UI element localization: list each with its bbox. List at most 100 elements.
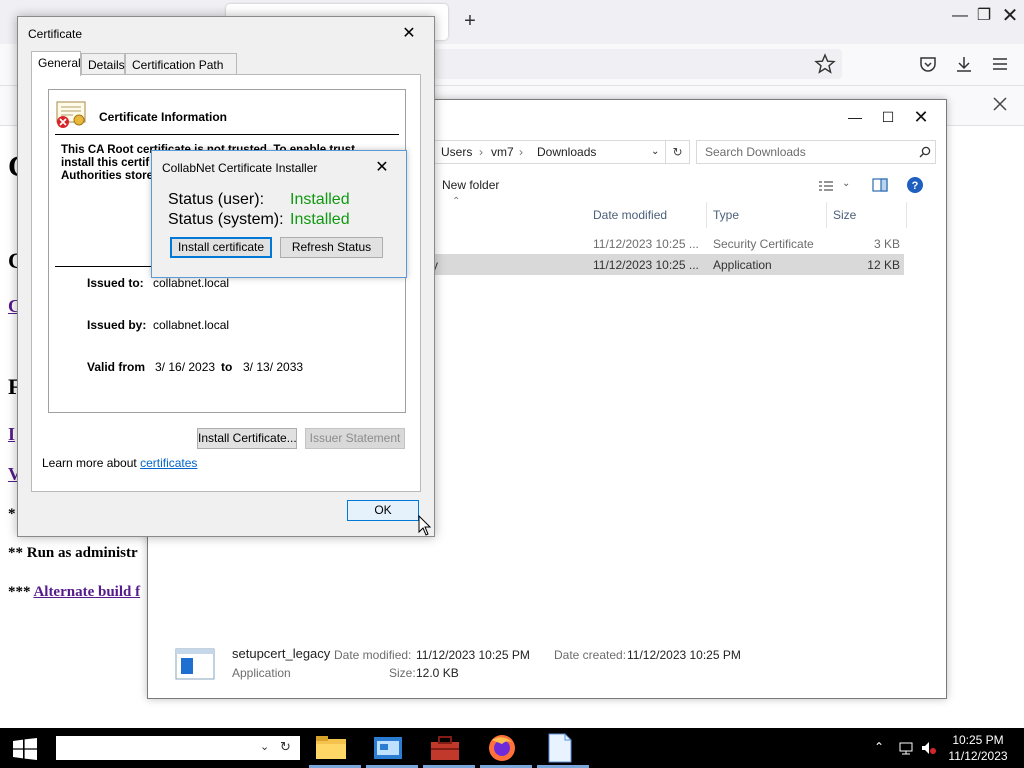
learn-more-text: Learn more about certificates — [42, 456, 197, 470]
file-date: 11/12/2023 10:25 ... — [593, 258, 699, 272]
minimize-icon[interactable]: — — [840, 104, 870, 130]
valid-from-value: 3/ 16/ 2023 — [155, 360, 216, 374]
chevron-down-icon[interactable]: ⌄ — [651, 146, 659, 157]
network-icon[interactable] — [898, 740, 914, 756]
taskbar-search-input[interactable]: ⌄ ↻ — [56, 736, 300, 760]
toolbox-icon[interactable] — [427, 732, 463, 764]
search-icon — [919, 146, 931, 158]
alternate-prefix: *** — [8, 584, 31, 600]
tab-general[interactable]: General — [31, 51, 81, 76]
maximize-icon[interactable]: ☐ — [873, 104, 903, 130]
alternate-build-line: *** Alternate build f — [8, 584, 140, 601]
details-created-label: Date created: — [554, 648, 627, 662]
document-icon[interactable] — [541, 732, 577, 764]
page-link-fragment[interactable]: I — [8, 424, 15, 445]
details-filetype: Application — [232, 666, 291, 680]
sort-ascending-icon: ⌃ — [452, 196, 461, 207]
minimize-icon[interactable]: — — [948, 4, 972, 28]
file-type: Security Certificate — [713, 237, 814, 251]
column-size[interactable]: Size — [827, 202, 907, 228]
breadcrumb-downloads[interactable]: Downloads — [537, 145, 596, 159]
breadcrumb-vm7[interactable]: vm7 — [491, 145, 514, 159]
preview-pane-icon[interactable] — [872, 178, 888, 192]
status-user-value: Installed — [290, 191, 350, 208]
chevron-down-icon[interactable]: ⌄ — [842, 178, 850, 189]
close-icon[interactable] — [990, 94, 1010, 114]
dialog-title: CollabNet Certificate Installer — [162, 161, 318, 175]
page-text-fragment: * — [8, 506, 16, 522]
issued-to-value: collabnet.local — [153, 276, 230, 290]
close-icon[interactable]: ✕ — [396, 23, 422, 45]
pocket-icon[interactable] — [918, 54, 938, 74]
bookmark-star-icon[interactable] — [814, 53, 836, 75]
details-pane: setupcert_legacy Application Date modifi… — [148, 630, 946, 698]
issuer-statement-button[interactable]: Issuer Statement — [305, 428, 405, 449]
details-filename: setupcert_legacy — [232, 646, 331, 661]
install-certificate-button[interactable]: Install Certificate... — [197, 428, 297, 449]
firefox-icon[interactable] — [484, 732, 520, 764]
file-type: Application — [713, 258, 772, 272]
downloads-icon[interactable] — [954, 54, 974, 74]
details-created-value: 11/12/2023 10:25 PM — [627, 648, 741, 662]
valid-to-value: 3/ 13/ 2033 — [243, 360, 304, 374]
control-panel-icon[interactable] — [370, 732, 406, 764]
restore-icon[interactable]: ❐ — [972, 4, 996, 28]
view-options-icon[interactable] — [818, 180, 834, 192]
clock-time: 10:25 PM — [952, 733, 1004, 747]
url-bar[interactable] — [432, 49, 842, 79]
valid-from-label: Valid from — [87, 360, 146, 374]
file-row-selected[interactable]: y 11/12/2023 10:25 ... Application 12 KB — [432, 254, 904, 275]
help-icon[interactable]: ? — [906, 176, 924, 194]
close-icon[interactable]: ✕ — [906, 104, 936, 130]
volume-muted-icon[interactable] — [920, 740, 936, 756]
tab-certification-path[interactable]: Certification Path — [125, 53, 237, 75]
breadcrumb-users[interactable]: Users — [441, 145, 472, 159]
alternate-build-link[interactable]: Alternate build f — [33, 584, 140, 600]
tab-details[interactable]: Details — [81, 53, 125, 75]
file-size: 12 KB — [867, 258, 900, 272]
search-input[interactable]: Search Downloads — [696, 140, 936, 164]
validity-row: Valid from 3/ 16/ 2023 to 3/ 13/ 2033 — [87, 360, 303, 374]
ok-button[interactable]: OK — [347, 500, 419, 521]
refresh-icon[interactable]: ↻ — [666, 140, 690, 164]
refresh-icon[interactable]: ↻ — [280, 739, 291, 755]
file-explorer-icon[interactable] — [313, 732, 349, 764]
address-bar[interactable]: Users › vm7 › Downloads ⌄ — [432, 140, 666, 164]
issued-by-label: Issued by: — [87, 318, 147, 332]
status-user-label: Status (user): — [168, 191, 265, 208]
collabnet-installer-dialog: CollabNet Certificate Installer ✕ Status… — [151, 150, 407, 278]
close-icon[interactable]: ✕ — [998, 4, 1022, 28]
mouse-cursor-icon — [418, 515, 432, 536]
new-folder-button[interactable]: New folder — [442, 178, 499, 192]
run-as-admin-text: ** Run as administr — [8, 545, 138, 561]
details-modified-value: 11/12/2023 10:25 PM — [416, 648, 530, 662]
details-size-label: Size: — [389, 666, 416, 680]
application-icon — [175, 648, 215, 680]
new-tab-icon[interactable]: + — [460, 10, 480, 32]
chevron-down-icon[interactable]: ⌄ — [260, 740, 269, 753]
install-certificate-button[interactable]: Install certificate — [170, 237, 272, 258]
windows-start-icon[interactable] — [12, 738, 38, 760]
status-user-row: Status (user): Installed — [168, 191, 350, 209]
valid-to-label: to — [221, 360, 233, 374]
issued-by-value: collabnet.local — [153, 318, 230, 332]
file-row[interactable]: 11/12/2023 10:25 ... Security Certificat… — [432, 233, 904, 254]
column-date-modified[interactable]: Date modified — [587, 202, 707, 228]
svg-text:?: ? — [912, 180, 919, 192]
close-icon[interactable]: ✕ — [370, 157, 394, 179]
general-panel: Certificate Information This CA Root cer… — [31, 74, 421, 492]
status-system-row: Status (system): Installed — [168, 211, 350, 229]
file-date: 11/12/2023 10:25 ... — [593, 237, 699, 251]
search-placeholder: Search Downloads — [705, 145, 806, 159]
refresh-status-button[interactable]: Refresh Status — [280, 237, 383, 258]
column-type[interactable]: Type — [707, 202, 827, 228]
certificate-icon — [56, 101, 86, 128]
taskbar: ⌄ ↻ ⌃ 10:25 PM 11/12/2023 — [0, 728, 1024, 768]
issued-to-label: Issued to: — [87, 276, 144, 290]
system-clock[interactable]: 10:25 PM 11/12/2023 — [940, 732, 1016, 764]
certificates-link[interactable]: certificates — [140, 456, 197, 470]
chevron-up-icon[interactable]: ⌃ — [874, 740, 890, 756]
status-system-label: Status (system): — [168, 211, 284, 228]
menu-icon[interactable] — [990, 54, 1010, 74]
details-size-value: 12.0 KB — [416, 666, 459, 680]
